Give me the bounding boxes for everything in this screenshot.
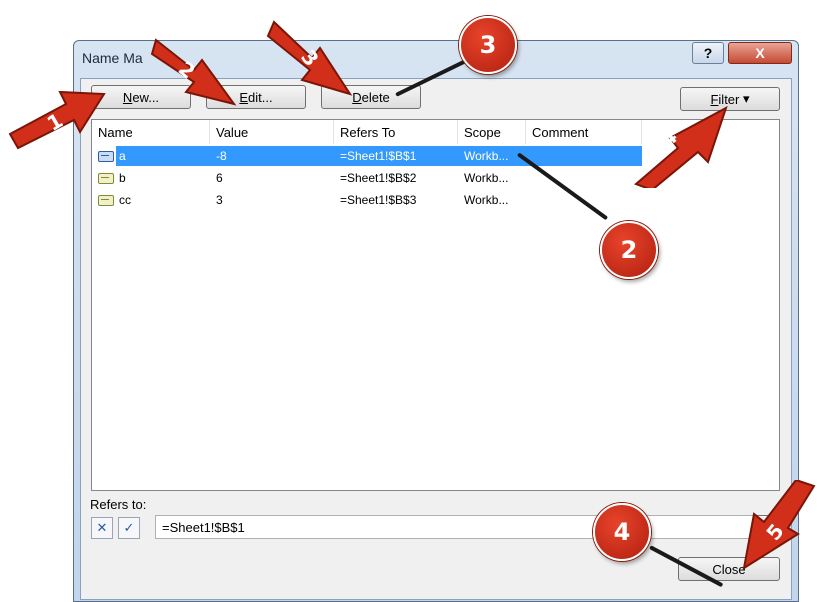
row-scope: Workb... [464,193,509,207]
column-header-refers-to[interactable]: Refers To [334,120,458,144]
row-value: -8 [216,149,227,163]
row-scope: Workb... [464,171,509,185]
row-refers-to: =Sheet1!$B$1 [340,149,417,163]
cancel-icon: ✕ [96,520,108,536]
row-refers-to: =Sheet1!$B$2 [340,171,417,185]
column-header-scope[interactable]: Scope [458,120,526,144]
list-row[interactable]: cc 3 =Sheet1!$B$3 Workb... [92,190,779,210]
column-header-comment[interactable]: Comment [526,120,642,144]
step-badge: 3 [459,16,517,74]
step-badge: 2 [600,221,658,279]
cancel-edit-button[interactable]: ✕ [91,517,113,539]
row-value: 3 [216,193,223,207]
row-name: a [119,149,126,163]
chevron-down-icon: ▾ [743,91,750,106]
row-scope: Workb... [464,149,509,163]
refers-to-label: Refers to: [90,497,147,512]
close-window-button[interactable]: X [728,42,792,64]
row-refers-to: =Sheet1!$B$3 [340,193,417,207]
name-icon [98,151,114,162]
step-badge: 4 [593,503,651,561]
column-header-name[interactable]: Name [92,120,210,144]
dialog-title: Name Ma [82,50,143,66]
column-header-value[interactable]: Value [210,120,334,144]
row-value: 6 [216,171,223,185]
check-icon: ✓ [123,520,135,536]
help-button[interactable]: ? [692,42,724,64]
refers-to-input[interactable]: =Sheet1!$B$1 [155,515,755,539]
name-icon [98,173,114,184]
confirm-edit-button[interactable]: ✓ [118,517,140,539]
row-name: b [119,171,126,185]
name-icon [98,195,114,206]
row-name: cc [119,193,131,207]
